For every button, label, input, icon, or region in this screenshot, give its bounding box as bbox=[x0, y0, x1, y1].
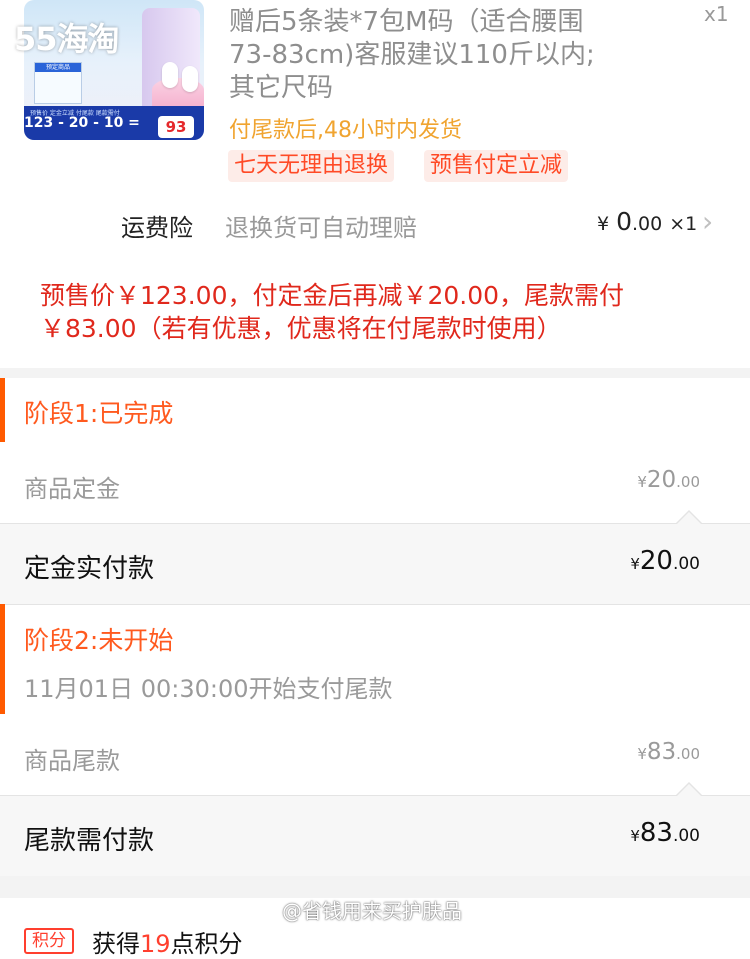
currency-symbol: ¥ bbox=[597, 213, 610, 235]
product-description[interactable]: 赠后5条装*7包M码（适合腰围73-83cm)客服建议110斤以内;其它尺码 bbox=[229, 6, 609, 105]
roll-image bbox=[182, 66, 198, 92]
points-prefix: 获得 bbox=[92, 930, 140, 958]
amount-integer: 20 bbox=[646, 467, 677, 493]
points-suffix: 点积分 bbox=[170, 930, 243, 958]
thumb-price-strip: 预售价 定金立减 付尾款 尾款需付 123 - 20 - 10 = 93 bbox=[24, 106, 204, 140]
presale-notice: 预售价￥123.00，付定金后再减￥20.00，尾款需付￥83.00（若有优惠，… bbox=[40, 281, 625, 343]
currency-symbol: ¥ bbox=[630, 827, 640, 845]
stage-indicator-bar bbox=[0, 604, 5, 714]
chevron-right-icon[interactable]: › bbox=[702, 205, 713, 238]
pointer-notch-fill bbox=[677, 784, 701, 796]
watermark-logo: 55海淘 bbox=[14, 20, 120, 58]
points-badge: 积分 bbox=[24, 928, 74, 954]
amount-decimal: .00 bbox=[676, 473, 700, 491]
insurance-price: ¥ 0.00 ×1 bbox=[597, 207, 697, 236]
insurance-description: 退换货可自动理赔 bbox=[225, 214, 417, 242]
footer-watermark: @省钱用来买护肤品 bbox=[282, 899, 462, 923]
balance-start-time: 11月01日 00:30:00开始支付尾款 bbox=[24, 675, 393, 703]
deposit-paid-label: 定金实付款 bbox=[24, 554, 155, 584]
balance-due-label: 尾款需付款 bbox=[24, 826, 155, 856]
price-decimal: .00 bbox=[632, 213, 663, 235]
thumb-final-price: 93 bbox=[158, 116, 194, 138]
shipping-note: 付尾款后,48小时内发货 bbox=[229, 118, 462, 143]
points-earned: 获得19点积分 bbox=[92, 924, 243, 959]
insurance-quantity: ×1 bbox=[669, 213, 698, 235]
mini-card-label: 预定商品 bbox=[35, 63, 81, 72]
currency-symbol: ¥ bbox=[630, 555, 640, 573]
return-policy-tag: 七天无理由退换 bbox=[228, 150, 395, 182]
price-integer: 0 bbox=[616, 207, 632, 236]
roll-image bbox=[162, 62, 178, 88]
amount-decimal: .00 bbox=[672, 554, 700, 574]
stage-indicator-bar bbox=[0, 378, 5, 442]
amount-decimal: .00 bbox=[676, 745, 700, 763]
stage2-title: 阶段2:未开始 bbox=[24, 626, 174, 655]
balance-label: 商品尾款 bbox=[24, 747, 120, 775]
pointer-notch-fill bbox=[677, 512, 701, 524]
amount-integer: 20 bbox=[639, 546, 673, 576]
amount-decimal: .00 bbox=[672, 826, 700, 846]
amount-integer: 83 bbox=[639, 818, 673, 848]
presale-discount-tag: 预售付定立减 bbox=[424, 150, 569, 182]
currency-symbol: ¥ bbox=[637, 473, 647, 491]
mini-presale-card: 预定商品 bbox=[34, 62, 82, 104]
deposit-label: 商品定金 bbox=[24, 475, 120, 503]
section-divider bbox=[0, 368, 750, 378]
product-quantity: x1 bbox=[704, 2, 729, 26]
insurance-title: 运费险 bbox=[121, 214, 193, 242]
currency-symbol: ¥ bbox=[637, 745, 647, 763]
thumb-price-equation: 123 - 20 - 10 = bbox=[24, 115, 140, 131]
deposit-amount: ¥20.00 bbox=[637, 467, 700, 493]
balance-due-amount: ¥83.00 bbox=[630, 818, 700, 848]
amount-integer: 83 bbox=[646, 739, 677, 765]
deposit-paid-amount: ¥20.00 bbox=[630, 546, 700, 576]
balance-amount: ¥83.00 bbox=[637, 739, 700, 765]
stage1-title: 阶段1:已完成 bbox=[24, 399, 174, 428]
points-value: 19 bbox=[140, 930, 171, 958]
